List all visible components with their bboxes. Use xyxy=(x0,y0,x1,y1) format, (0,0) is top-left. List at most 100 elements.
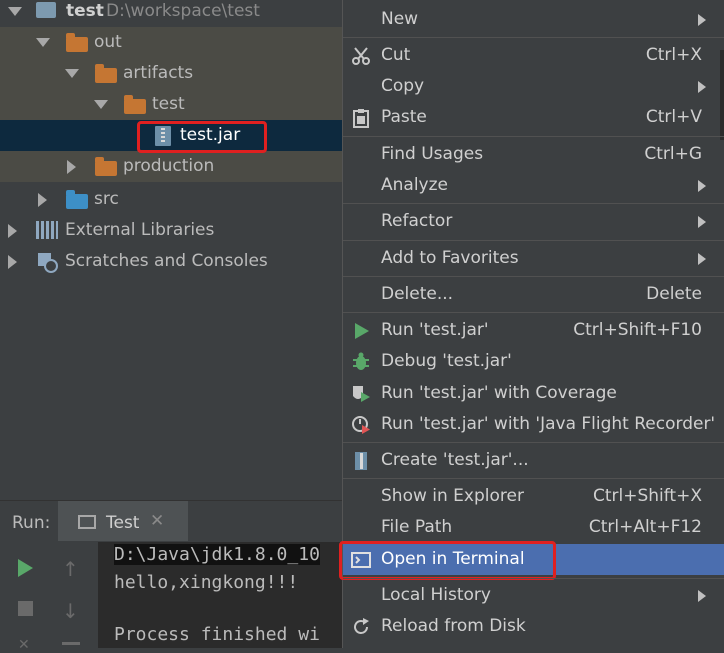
tree-item-label: artifacts xyxy=(123,63,194,83)
console-output[interactable]: D:\Java\jdk1.8.0_10 hello,xingkong!!! Pr… xyxy=(98,542,344,648)
chevron-right-icon[interactable] xyxy=(8,255,17,269)
menu-item-show-in-explorer[interactable]: Show in Explorer Ctrl+Shift+X xyxy=(343,481,724,512)
menu-separator xyxy=(343,578,724,579)
run-tab-label: Test xyxy=(106,513,140,533)
submenu-arrow-icon xyxy=(698,180,706,192)
menu-separator xyxy=(343,37,724,38)
menu-item-shortcut: Ctrl+V xyxy=(645,107,702,127)
menu-item-label: Cut xyxy=(381,45,411,65)
tree-item-test-folder[interactable]: test xyxy=(0,89,345,120)
submenu-arrow-icon xyxy=(698,253,706,265)
tree-item-label: src xyxy=(94,189,119,209)
menu-item-cut[interactable]: Cut Ctrl+X xyxy=(343,40,724,71)
chevron-down-icon[interactable] xyxy=(65,69,79,78)
scissors-icon xyxy=(352,47,370,65)
chevron-right-icon[interactable] xyxy=(67,160,76,174)
menu-item-find-usages[interactable]: Find Usages Ctrl+G xyxy=(343,139,724,170)
tree-item-src[interactable]: src xyxy=(0,184,345,215)
library-icon xyxy=(36,221,58,239)
soft-wrap-icon[interactable] xyxy=(62,642,80,645)
chevron-down-icon[interactable] xyxy=(94,100,108,109)
menu-item-run-with-coverage[interactable]: Run 'test.jar' with Coverage xyxy=(343,378,724,409)
arrow-down-icon[interactable]: ↓ xyxy=(62,599,79,623)
root-path: D:\workspace\test xyxy=(106,1,260,21)
jar-file-icon xyxy=(355,452,367,470)
menu-separator xyxy=(343,276,724,277)
submenu-arrow-icon xyxy=(698,590,706,602)
source-folder-icon xyxy=(66,190,88,209)
chevron-down-icon[interactable] xyxy=(8,7,22,16)
menu-item-shortcut: Delete xyxy=(646,284,702,304)
project-tree: test D:\workspace\test out artifacts tes… xyxy=(0,0,345,500)
menu-item-paste[interactable]: Paste Ctrl+V xyxy=(343,102,724,133)
menu-item-shortcut: Ctrl+G xyxy=(644,144,702,164)
run-icon xyxy=(355,323,369,339)
tree-item-artifacts[interactable]: artifacts xyxy=(0,58,345,89)
menu-item-copy[interactable]: Copy xyxy=(343,71,724,102)
submenu-arrow-icon xyxy=(698,81,706,93)
tree-item-production[interactable]: production xyxy=(0,151,345,182)
run-tab-test[interactable]: Test ✕ xyxy=(58,501,188,541)
folder-icon xyxy=(66,33,88,52)
menu-item-create[interactable]: Create 'test.jar'... xyxy=(343,445,724,476)
menu-item-label: Analyze xyxy=(381,175,448,195)
menu-separator xyxy=(343,203,724,204)
menu-item-shortcut: Ctrl+Alt+F12 xyxy=(588,517,702,537)
menu-separator xyxy=(343,240,724,241)
menu-item-refactor[interactable]: Refactor xyxy=(343,206,724,237)
menu-item-label: Run 'test.jar' with Coverage xyxy=(381,383,617,403)
context-menu: New Cut Ctrl+X Copy Paste Ctrl+V Find Us… xyxy=(339,0,724,648)
close-icon[interactable]: ✕ xyxy=(150,511,164,531)
menu-item-label: Show in Explorer xyxy=(381,486,524,506)
submenu-arrow-icon xyxy=(698,14,706,26)
stop-icon[interactable] xyxy=(18,601,33,616)
menu-item-reload-from-disk[interactable]: Reload from Disk xyxy=(343,611,724,642)
menu-item-shortcut: Ctrl+Shift+X xyxy=(592,486,702,506)
tree-item-external-libraries[interactable]: External Libraries xyxy=(0,215,345,246)
menu-item-run[interactable]: Run 'test.jar' Ctrl+Shift+F10 xyxy=(343,315,724,346)
tree-item-scratches[interactable]: Scratches and Consoles xyxy=(0,246,345,277)
profiler-clock-icon xyxy=(352,416,370,434)
console-line: Process finished wi xyxy=(114,624,320,645)
console-line: D:\Java\jdk1.8.0_10 xyxy=(114,544,320,565)
menu-separator xyxy=(343,478,724,479)
menu-item-label: File Path xyxy=(381,517,453,537)
chevron-right-icon[interactable] xyxy=(38,193,47,207)
console-tab-icon xyxy=(78,515,96,529)
submenu-arrow-icon xyxy=(698,216,706,228)
chevron-right-icon[interactable] xyxy=(8,224,17,238)
coverage-icon xyxy=(353,386,370,402)
menu-item-label: Run 'test.jar' with 'Java Flight Recorde… xyxy=(381,414,716,434)
menu-item-delete[interactable]: Delete... Delete xyxy=(343,279,724,310)
scratches-icon xyxy=(36,251,58,273)
folder-icon xyxy=(95,64,117,83)
tree-item-out[interactable]: out xyxy=(0,27,345,58)
menu-item-label: Refactor xyxy=(381,211,453,231)
console-line: hello,xingkong!!! xyxy=(114,572,299,593)
close-icon[interactable]: ✕ xyxy=(18,637,30,653)
menu-item-new[interactable]: New xyxy=(343,4,724,35)
menu-item-label: Delete... xyxy=(381,284,454,304)
menu-item-add-to-favorites[interactable]: Add to Favorites xyxy=(343,243,724,274)
highlight-box-open-in-terminal xyxy=(339,541,556,580)
clipboard-icon xyxy=(353,109,369,128)
menu-item-run-with-jfr[interactable]: Run 'test.jar' with 'Java Flight Recorde… xyxy=(343,409,724,440)
highlight-box-test-jar xyxy=(137,121,267,153)
rerun-icon[interactable] xyxy=(18,559,33,577)
module-folder-icon xyxy=(36,2,56,18)
menu-item-label: Add to Favorites xyxy=(381,248,519,268)
menu-item-label: Debug 'test.jar' xyxy=(381,351,512,371)
menu-separator xyxy=(343,136,724,137)
debug-bug-icon xyxy=(353,352,369,370)
menu-item-label: Copy xyxy=(381,76,425,96)
arrow-up-icon[interactable]: ↑ xyxy=(62,557,79,581)
tree-root-row[interactable]: test D:\workspace\test xyxy=(0,0,345,27)
reload-icon xyxy=(354,618,369,634)
menu-item-analyze[interactable]: Analyze xyxy=(343,170,724,201)
menu-item-local-history[interactable]: Local History xyxy=(343,580,724,611)
chevron-down-icon[interactable] xyxy=(36,38,50,47)
menu-item-file-path[interactable]: File Path Ctrl+Alt+F12 xyxy=(343,512,724,543)
menu-item-label: Find Usages xyxy=(381,144,484,164)
root-name: test xyxy=(66,1,104,21)
menu-item-debug[interactable]: Debug 'test.jar' xyxy=(343,346,724,377)
